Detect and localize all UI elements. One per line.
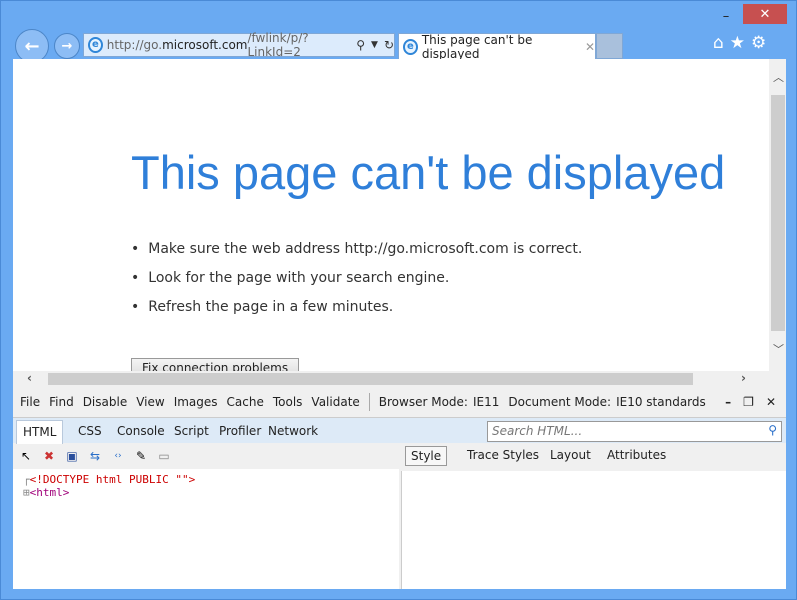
horizontal-scrollbar[interactable]: ‹ › [13, 371, 786, 387]
tab-trace-styles[interactable]: Trace Styles [467, 448, 539, 462]
divider [368, 393, 370, 411]
developer-tools: File Find Disable View Images Cache Tool… [13, 387, 786, 589]
search-icon[interactable]: ⚲ [356, 38, 365, 52]
refresh-dom-icon[interactable]: ⇆ [88, 449, 102, 463]
document-mode-value[interactable]: IE10 standards [616, 395, 706, 409]
menu-tools[interactable]: Tools [273, 395, 303, 409]
tab-console[interactable]: Console [117, 420, 165, 444]
tab-script[interactable]: Script [174, 420, 209, 444]
url-domain: microsoft.com [162, 38, 248, 52]
list-item: Make sure the web address http://go.micr… [131, 239, 582, 268]
scroll-thumb[interactable] [771, 95, 785, 331]
gear-icon[interactable]: ⚙ [751, 33, 772, 53]
tab-attributes[interactable]: Attributes [607, 448, 666, 462]
search-icon[interactable]: ⚲ [768, 423, 777, 437]
new-tab-button[interactable] [596, 33, 623, 59]
menu-find[interactable]: Find [49, 395, 74, 409]
menu-view[interactable]: View [136, 395, 164, 409]
forward-arrow-icon: → [61, 38, 73, 54]
url-prefix: http://go. [106, 38, 163, 52]
menu-file[interactable]: File [20, 395, 40, 409]
tab-css[interactable]: CSS [78, 420, 102, 444]
page-title: This page can't be displayed [131, 146, 726, 199]
vertical-scrollbar[interactable]: ︿ ﹀ [769, 59, 786, 371]
forward-button[interactable]: → [54, 33, 80, 59]
refresh-icon[interactable]: ↻ [384, 38, 394, 52]
tab-profiler[interactable]: Profiler [219, 420, 261, 444]
word-wrap-icon[interactable]: ▭ [157, 449, 171, 463]
page-content: This page can't be displayed Make sure t… [13, 59, 786, 371]
style-tabs: Style Trace Styles Layout Attributes [401, 443, 786, 469]
close-tab-icon[interactable]: ✕ [585, 40, 595, 54]
devtools-tabs: HTML CSS Console Script Profiler Network… [13, 417, 786, 444]
tree-node-html[interactable]: ⊞<html> [23, 486, 389, 499]
tab-html[interactable]: HTML [16, 420, 64, 444]
dom-tree: ┌<!DOCTYPE html PUBLIC ""> ⊞<html> [13, 469, 399, 589]
browser-window: – ☐ ✕ ← → e http://go.microsoft.com/fwli… [0, 0, 797, 600]
scroll-up-icon[interactable]: ︿ [773, 69, 784, 85]
address-bar[interactable]: e http://go. microsoft.com/fwlink/p/?Link… [83, 31, 395, 59]
menu-images[interactable]: Images [174, 395, 218, 409]
back-button[interactable]: ← [15, 29, 49, 63]
minimize-button[interactable]: – [711, 5, 741, 27]
list-item: Refresh the page in a few minutes. [131, 297, 582, 326]
menu-validate[interactable]: Validate [311, 395, 359, 409]
view-source-icon[interactable]: ‹› [111, 449, 125, 463]
favorites-star-icon[interactable]: ★ [730, 33, 751, 53]
browser-mode-label: Browser Mode: [378, 395, 468, 409]
menu-cache[interactable]: Cache [227, 395, 264, 409]
suggestions-list: Make sure the web address http://go.micr… [131, 239, 582, 326]
menu-disable[interactable]: Disable [83, 395, 128, 409]
url-suffix: /fwlink/p/?LinkId=2 [247, 31, 309, 59]
devtools-minimize-icon[interactable]: – [725, 395, 731, 409]
home-icon[interactable]: ⌂ [713, 33, 730, 53]
tab-title: This page can't be displayed [421, 32, 533, 61]
scroll-thumb[interactable] [48, 373, 693, 385]
scroll-right-icon[interactable]: › [741, 371, 746, 385]
toolbar-icons: ⌂★⚙ [713, 33, 772, 53]
dropdown-icon[interactable]: ▼ [371, 40, 378, 50]
search-placeholder: Search HTML... [492, 424, 583, 438]
style-panel [401, 471, 786, 589]
fix-connection-button[interactable]: Fix connection problems [131, 358, 300, 371]
scroll-left-icon[interactable]: ‹ [27, 371, 32, 385]
devtools-close-icon[interactable]: ✕ [766, 395, 776, 409]
back-arrow-icon: ← [24, 35, 40, 57]
save-icon[interactable]: ▣ [65, 449, 79, 463]
clear-browser-cache-icon[interactable]: ✖ [42, 449, 56, 463]
close-button[interactable]: ✕ [743, 4, 787, 24]
ie-icon: e [403, 38, 418, 55]
tab-style[interactable]: Style [405, 446, 448, 466]
browser-mode-value[interactable]: IE11 [473, 395, 499, 409]
tab-layout[interactable]: Layout [550, 448, 591, 462]
tab-network[interactable]: Network [268, 420, 318, 444]
tree-node-doctype[interactable]: ┌<!DOCTYPE html PUBLIC ""> [23, 473, 389, 486]
doctype-text: <!DOCTYPE html PUBLIC ""> [29, 473, 196, 486]
html-toolbar: ↖ ✖ ▣ ⇆ ‹› ✎ ▭ [13, 443, 401, 469]
search-html-input[interactable]: Search HTML... ⚲ [487, 421, 782, 442]
tab-current[interactable]: e This page can't be displayed ✕ [398, 32, 596, 61]
expand-icon[interactable]: ⊞ [23, 486, 30, 499]
select-element-icon[interactable]: ↖ [19, 449, 33, 463]
html-tag-text: <html> [29, 486, 70, 499]
ie-icon: e [88, 37, 103, 53]
list-item: Look for the page with your search engin… [131, 268, 582, 297]
scroll-down-icon[interactable]: ﹀ [773, 341, 784, 357]
devtools-undock-icon[interactable]: ❐ [743, 395, 754, 409]
document-mode-label: Document Mode: [508, 395, 612, 409]
edit-icon[interactable]: ✎ [134, 449, 148, 463]
devtools-menu: File Find Disable View Images Cache Tool… [13, 387, 786, 417]
